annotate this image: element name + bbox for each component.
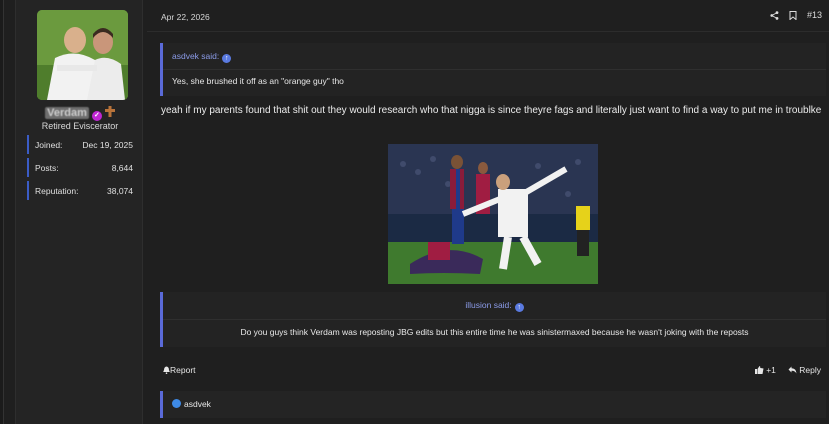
reactions-users[interactable]: asdvek [184, 399, 211, 409]
post-message: yeah if my parents found that shit out t… [161, 105, 822, 116]
forum-post: Verdam ✓ Retired Eviscerator Joined: Dec … [3, 0, 829, 424]
like-button[interactable]: +1 [754, 365, 776, 375]
arrow-up-icon[interactable]: ↑ [222, 54, 232, 63]
post-date[interactable]: Apr 22, 2026 [161, 12, 210, 22]
quote-text: Yes, she brushed it off as an "orange gu… [172, 76, 344, 86]
stat-reputation: Reputation: 38,074 [27, 181, 135, 200]
username[interactable]: Verdam ✓ [16, 106, 144, 121]
post-header-actions: #13 [770, 10, 822, 20]
quote-text: Do you guys think Verdam was reposting J… [240, 327, 749, 337]
reply-icon [788, 366, 797, 374]
report-button[interactable]: Report [163, 365, 196, 375]
reply-button[interactable]: Reply [788, 365, 821, 375]
quote-author[interactable]: illusion said: ↑ [163, 300, 826, 312]
stat-joined: Joined: Dec 19, 2025 [27, 135, 135, 154]
cross-badge-icon [104, 106, 115, 117]
user-info-panel: Verdam ✓ Retired Eviscerator Joined: Dec … [15, 0, 143, 424]
thumbs-up-icon [754, 366, 764, 374]
share-icon[interactable] [770, 10, 779, 20]
divider [163, 319, 826, 320]
stat-posts: Posts: 8,644 [27, 158, 135, 177]
bell-icon [163, 366, 170, 374]
post-actions: +1 Reply [754, 365, 821, 375]
like-reaction-icon [172, 399, 181, 408]
quote-author[interactable]: asdvek said: ↑ [172, 51, 232, 63]
verified-badge-icon: ✓ [91, 111, 102, 121]
bookmark-icon[interactable] [789, 10, 797, 20]
divider [163, 69, 826, 70]
post-number[interactable]: #13 [807, 10, 822, 20]
divider [147, 31, 829, 32]
avatar[interactable] [37, 10, 128, 100]
post-image[interactable] [388, 144, 598, 284]
arrow-up-icon[interactable]: ↑ [514, 303, 524, 312]
quote-block: asdvek said: ↑ Yes, she brushed it off as… [160, 43, 826, 96]
user-title: Retired Eviscerator [41, 121, 119, 131]
quote-block: illusion said: ↑ Do you guys think Verdam… [160, 292, 826, 347]
reactions-bar[interactable]: asdvek [160, 391, 826, 418]
